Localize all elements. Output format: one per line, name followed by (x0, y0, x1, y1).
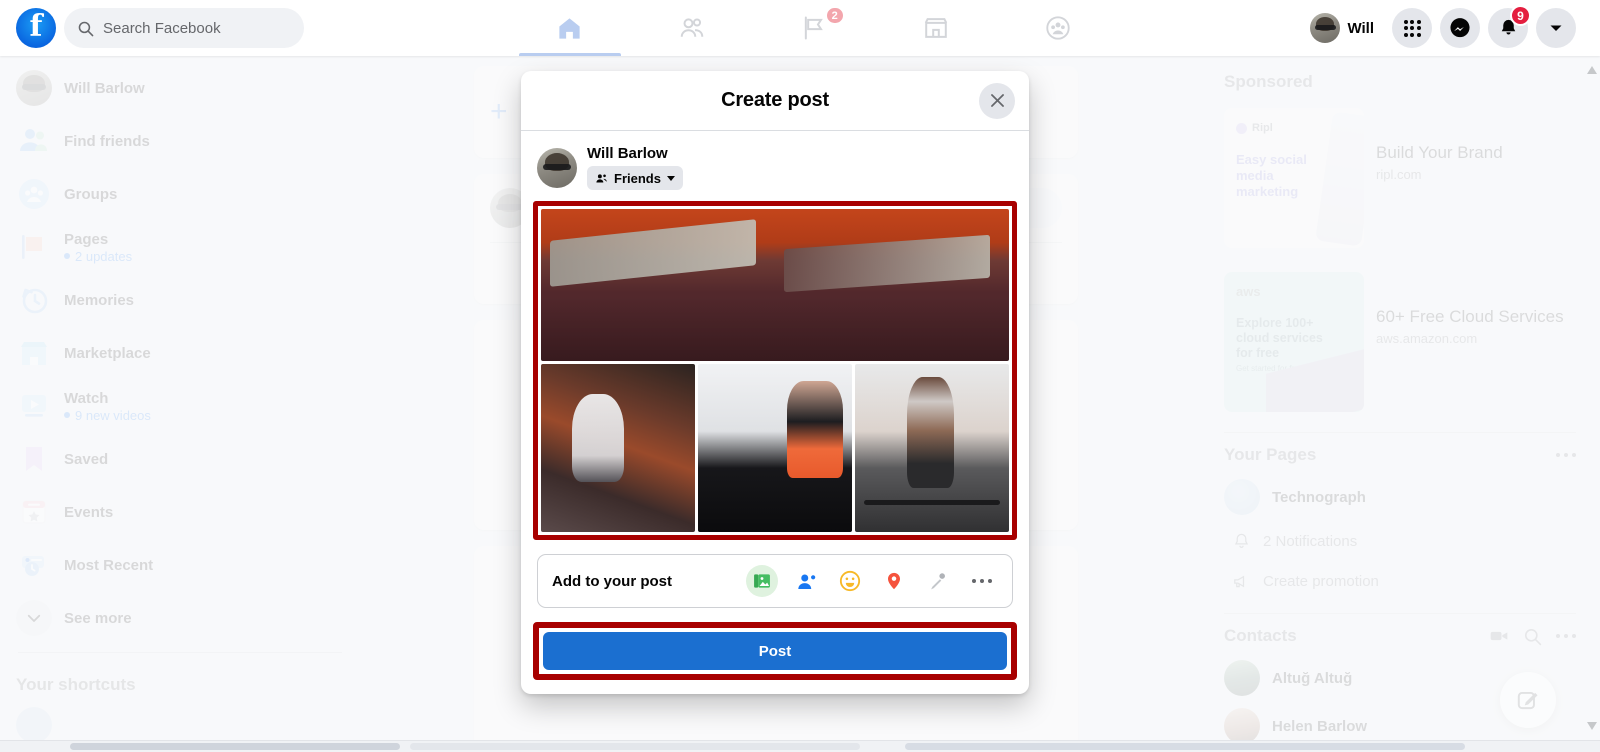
avatar (537, 147, 577, 188)
nav-tab-friends[interactable] (631, 0, 753, 56)
scrollbar-thumb[interactable] (70, 743, 400, 750)
notifications-button[interactable]: 9 (1488, 5, 1531, 48)
nav-tab-home[interactable] (509, 0, 631, 56)
nav-tab-marketplace[interactable] (875, 0, 997, 56)
notifications-count-badge: 9 (1510, 5, 1531, 26)
post-author-name: Will Barlow (587, 145, 668, 162)
scrollbar-track-segment[interactable] (410, 743, 860, 750)
tag-people-icon (797, 574, 815, 589)
nav-tab-groups[interactable] (997, 0, 1119, 56)
add-to-post-label: Add to your post (552, 572, 672, 590)
post-media-highlight[interactable] (533, 201, 1017, 540)
more-options-icon (971, 578, 993, 584)
nav-profile-name: Will (1347, 19, 1374, 37)
chevron-down-icon (1550, 25, 1562, 31)
marketplace-icon (924, 18, 947, 38)
add-to-post-icons (746, 565, 998, 597)
nav-right-section: Will 9 (1307, 5, 1600, 48)
post-button-highlight: Post (533, 622, 1017, 680)
messenger-icon (1450, 18, 1470, 38)
collage-photo[interactable] (541, 209, 1009, 361)
chevron-down-icon (666, 175, 675, 181)
page-title: Create post (721, 89, 829, 111)
collage-photo[interactable] (541, 364, 695, 532)
post-author-row: Will Barlow Friends (521, 131, 1029, 200)
photo-video-button[interactable] (746, 565, 778, 597)
home-icon (559, 17, 580, 39)
audience-label: Friends (614, 170, 661, 186)
top-navigation-bar: Search Facebook 2 (0, 0, 1600, 56)
groups-icon (1046, 16, 1070, 40)
check-in-location-icon (888, 572, 900, 590)
flag-icon (804, 16, 823, 40)
account-menu-button[interactable] (1536, 8, 1576, 48)
dialog-header: Create post (521, 71, 1029, 131)
nav-left-section: Search Facebook (0, 8, 320, 48)
add-to-post-bar: Add to your post (537, 554, 1013, 608)
vertical-scrollbar-down-arrow[interactable] (1586, 718, 1598, 736)
vertical-scrollbar-up-arrow[interactable] (1586, 62, 1598, 80)
feeling-activity-button[interactable] (834, 565, 866, 597)
search-input[interactable]: Search Facebook (64, 8, 304, 48)
post-button[interactable]: Post (543, 632, 1007, 670)
friends-icon (596, 173, 607, 183)
feeling-activity-icon (839, 570, 861, 592)
facebook-page: Search Facebook 2 (0, 0, 1600, 752)
photo-collage[interactable] (541, 209, 1009, 532)
scrollbar-track-segment[interactable] (905, 743, 1465, 750)
grid-menu-button[interactable] (1392, 8, 1432, 48)
search-placeholder: Search Facebook (103, 19, 221, 37)
nav-tab-pages[interactable]: 2 (753, 0, 875, 56)
live-video-button[interactable] (922, 565, 954, 597)
tag-people-button[interactable] (790, 565, 822, 597)
more-options-button[interactable] (966, 565, 998, 597)
grid-menu-icon (1403, 19, 1421, 37)
pages-badge: 2 (824, 6, 845, 25)
close-icon (990, 94, 1004, 107)
collage-photo[interactable] (698, 364, 852, 532)
close-button[interactable] (979, 82, 1015, 119)
search-icon (78, 21, 94, 36)
create-post-dialog: Create post Will Barlow Friends Add to y… (521, 71, 1029, 694)
nav-profile-button[interactable]: Will (1307, 10, 1384, 46)
audience-selector[interactable]: Friends (587, 166, 683, 190)
friends-icon (680, 18, 703, 37)
photo-video-icon (754, 574, 770, 588)
facebook-logo-icon[interactable] (16, 8, 56, 48)
nav-tabs: 2 (320, 0, 1307, 56)
live-video-mic-icon (930, 572, 945, 589)
collage-photo[interactable] (855, 364, 1009, 532)
avatar (1310, 13, 1341, 43)
check-in-button[interactable] (878, 565, 910, 597)
horizontal-scrollbar[interactable] (0, 740, 1600, 752)
messenger-button[interactable] (1440, 8, 1480, 48)
